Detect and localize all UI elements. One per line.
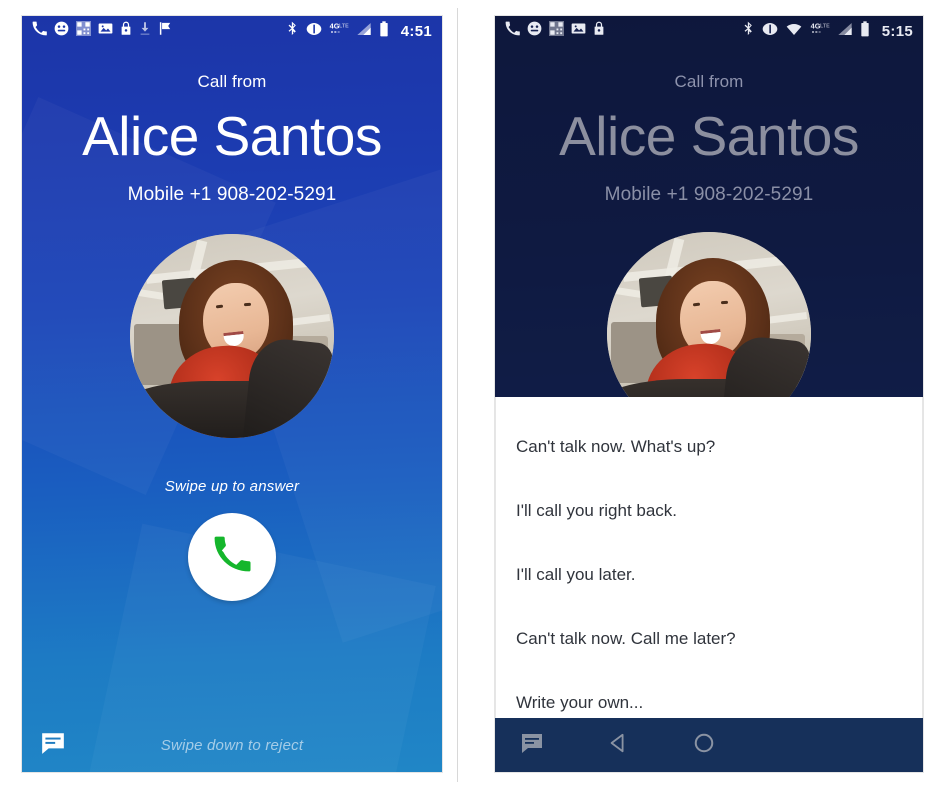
back-nav-button[interactable] [603,730,633,760]
phone-handset-icon [213,535,251,578]
phone-icon [32,21,47,41]
screenshot-stage: 4G LTE 4:51 Call from Alice Santos Mobile… [0,0,940,790]
signal-bars-icon [837,21,853,42]
incoming-call-screen: 4G LTE 4:51 Call from Alice Santos Mobile… [22,16,442,772]
quick-reply-item[interactable]: Can't talk now. Call me later? [496,607,922,671]
quick-reply-item[interactable]: I'll call you later. [496,543,922,607]
quick-reply-item[interactable]: Can't talk now. What's up? [496,415,922,479]
battery-icon [379,20,389,42]
home-icon [693,732,715,759]
wifi-icon [785,21,803,42]
qr-code-icon [549,21,564,41]
status-bar-clock: 5:15 [881,22,913,40]
caller-avatar [607,231,811,397]
bluetooth-icon [286,21,299,42]
caller-name: Alice Santos [559,105,859,167]
status-bar: 4G LTE 4:51 [22,16,442,46]
caller-number: Mobile +1 908-202-5291 [127,183,337,205]
download-icon [139,21,151,41]
flag-icon [158,21,173,41]
message-bubble-icon [520,731,544,760]
do-not-disturb-icon [306,21,322,42]
call-header: Call from Alice Santos Mobile +1 908-202… [22,72,442,206]
phone-icon [505,21,520,41]
4g-lte-icon: 4G LTE [810,21,830,42]
page-divider [457,8,458,782]
svg-text:4G: 4G [329,21,339,30]
signal-bars-icon [356,21,372,42]
bluetooth-icon [742,21,755,42]
home-nav-button[interactable] [689,730,719,760]
swipe-up-hint: Swipe up to answer [164,477,300,495]
status-bar-right-icons: 4G LTE 4:51 [286,20,432,42]
security-lock-icon [120,21,132,41]
quick-reply-list: Can't talk now. What's up? I'll call you… [495,397,923,718]
caller-avatar [130,233,334,438]
status-bar: 4G LTE 5:15 [495,16,923,46]
svg-text:LTE: LTE [339,23,349,29]
svg-text:4G: 4G [810,21,820,30]
answer-call-button[interactable] [188,512,276,601]
status-bar-left-icons [505,21,605,41]
quick-reply-button[interactable] [38,730,68,760]
battery-icon [860,20,870,42]
answer-button-container [22,512,442,601]
smiley-icon [527,21,542,41]
qr-code-icon [76,21,91,41]
image-icon [571,21,586,41]
do-not-disturb-icon [762,21,778,42]
caller-number: Mobile +1 908-202-5291 [604,183,814,205]
image-icon [98,21,113,41]
status-bar-clock: 4:51 [400,22,432,40]
svg-text:LTE: LTE [820,23,830,29]
quick-reply-item[interactable]: I'll call you right back. [496,479,922,543]
back-icon [607,732,629,759]
security-lock-icon [593,21,605,41]
smiley-icon [54,21,69,41]
call-header: Call from Alice Santos Mobile +1 908-202… [495,72,923,206]
status-bar-left-icons [32,21,173,41]
call-from-label: Call from [674,72,744,91]
messages-nav-button[interactable] [517,730,547,760]
call-from-label: Call from [197,72,267,91]
swipe-down-hint: Swipe down to reject [160,736,304,754]
bottom-action-bar: Swipe down to reject [22,718,442,772]
caller-name: Alice Santos [82,105,382,167]
4g-lte-icon: 4G LTE [329,21,349,42]
avatar-container [495,231,923,397]
status-bar-right-icons: 4G LTE 5:15 [742,20,913,42]
dimmed-call-area: 4G LTE 5:15 Call from Alice Santos Mobile… [495,16,923,397]
message-bubble-icon [40,730,66,761]
quick-reply-screen: 4G LTE 5:15 Call from Alice Santos Mobile… [495,16,923,772]
avatar-container [22,233,442,438]
